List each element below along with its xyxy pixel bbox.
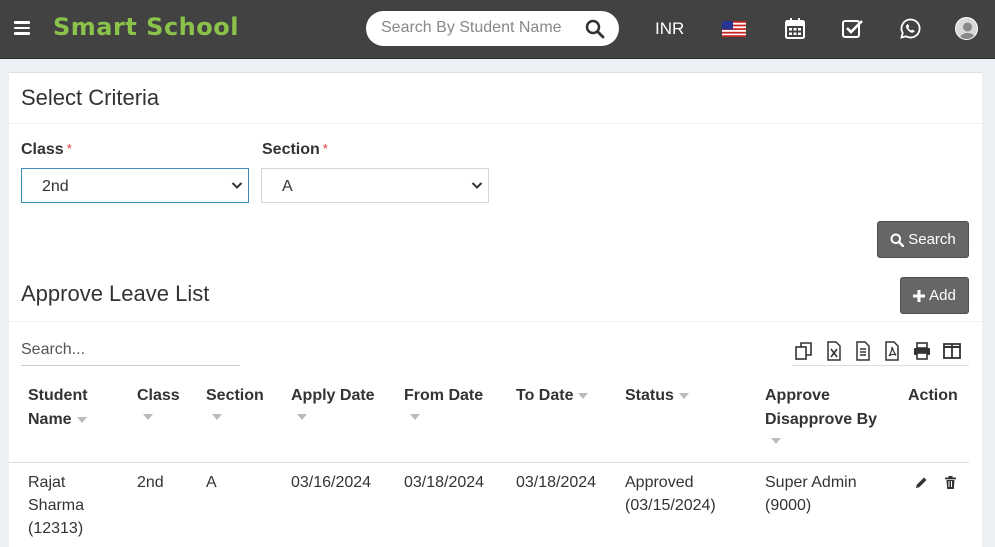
- column-header-status[interactable]: Status: [625, 384, 689, 408]
- edit-pencil-icon[interactable]: [915, 476, 928, 489]
- approved-by-cell: Super Admin (9000): [765, 474, 857, 514]
- column-header-student-name[interactable]: Student Name: [28, 384, 88, 432]
- sort-icon: [678, 392, 689, 399]
- excel-icon[interactable]: [824, 341, 844, 361]
- us-flag-icon[interactable]: [722, 21, 746, 37]
- sort-icon: [410, 414, 420, 420]
- pdf-icon[interactable]: [882, 341, 902, 361]
- whatsapp-icon[interactable]: [900, 18, 921, 39]
- brand-logo[interactable]: Smart School: [53, 13, 239, 41]
- apply-date-cell: 03/16/2024: [291, 474, 372, 491]
- to-date-cell: 03/18/2024: [516, 474, 597, 491]
- column-header-section[interactable]: Section: [206, 384, 264, 420]
- print-icon[interactable]: [912, 341, 932, 361]
- table-search-input[interactable]: [21, 341, 240, 365]
- column-header-approve-disapprove-by[interactable]: Approve Disapprove By: [765, 384, 877, 444]
- table-header-divider: [9, 462, 969, 463]
- section-cell: A: [206, 474, 217, 491]
- column-header-class[interactable]: Class: [137, 384, 180, 420]
- required-mark: *: [66, 141, 72, 156]
- section-label: Section *: [262, 141, 328, 158]
- status-cell: Approved (03/15/2024): [625, 474, 716, 514]
- csv-icon[interactable]: [853, 341, 873, 361]
- task-check-icon[interactable]: [842, 19, 864, 38]
- column-header-to-date[interactable]: To Date: [516, 384, 589, 408]
- class-cell: 2nd: [137, 474, 164, 491]
- column-header-action: Action: [908, 387, 958, 404]
- chevron-down-icon: [231, 182, 243, 189]
- add-button[interactable]: Add: [900, 277, 969, 314]
- column-header-apply-date[interactable]: Apply Date: [291, 384, 375, 420]
- sort-icon: [297, 414, 307, 420]
- columns-icon[interactable]: [942, 341, 962, 361]
- menu-icon[interactable]: [14, 21, 30, 35]
- user-avatar-icon[interactable]: [955, 17, 978, 40]
- section-select[interactable]: A: [261, 168, 489, 203]
- search-button[interactable]: Search: [877, 221, 969, 258]
- sort-icon: [578, 392, 589, 399]
- sort-icon: [212, 414, 222, 420]
- sort-icon: [143, 414, 153, 420]
- currency-selector[interactable]: INR: [655, 19, 684, 39]
- class-select[interactable]: 2nd: [21, 168, 249, 203]
- table-search: [21, 341, 240, 366]
- approve-leave-list-title: Approve Leave List: [21, 281, 210, 306]
- top-navbar: Smart School INR: [0, 0, 995, 59]
- delete-trash-icon[interactable]: [945, 476, 956, 489]
- chevron-down-icon: [471, 182, 483, 189]
- column-header-from-date[interactable]: From Date: [404, 384, 483, 420]
- calendar-icon[interactable]: [785, 18, 805, 39]
- student-search-box: [366, 11, 619, 46]
- from-date-cell: 03/18/2024: [404, 474, 485, 491]
- search-icon: [890, 233, 905, 247]
- student-search-input[interactable]: [381, 19, 561, 37]
- class-label: Class *: [21, 141, 72, 158]
- select-criteria-title: Select Criteria: [21, 85, 160, 110]
- sort-icon: [76, 416, 87, 423]
- student-name-cell: Rajat Sharma (12313): [28, 474, 85, 537]
- plus-icon: [913, 289, 926, 302]
- copy-icon[interactable]: [794, 341, 814, 361]
- search-icon[interactable]: [585, 19, 605, 39]
- required-mark: *: [322, 141, 328, 156]
- export-toolbar: [792, 339, 969, 366]
- sort-icon: [771, 438, 781, 444]
- section-divider: [9, 321, 982, 322]
